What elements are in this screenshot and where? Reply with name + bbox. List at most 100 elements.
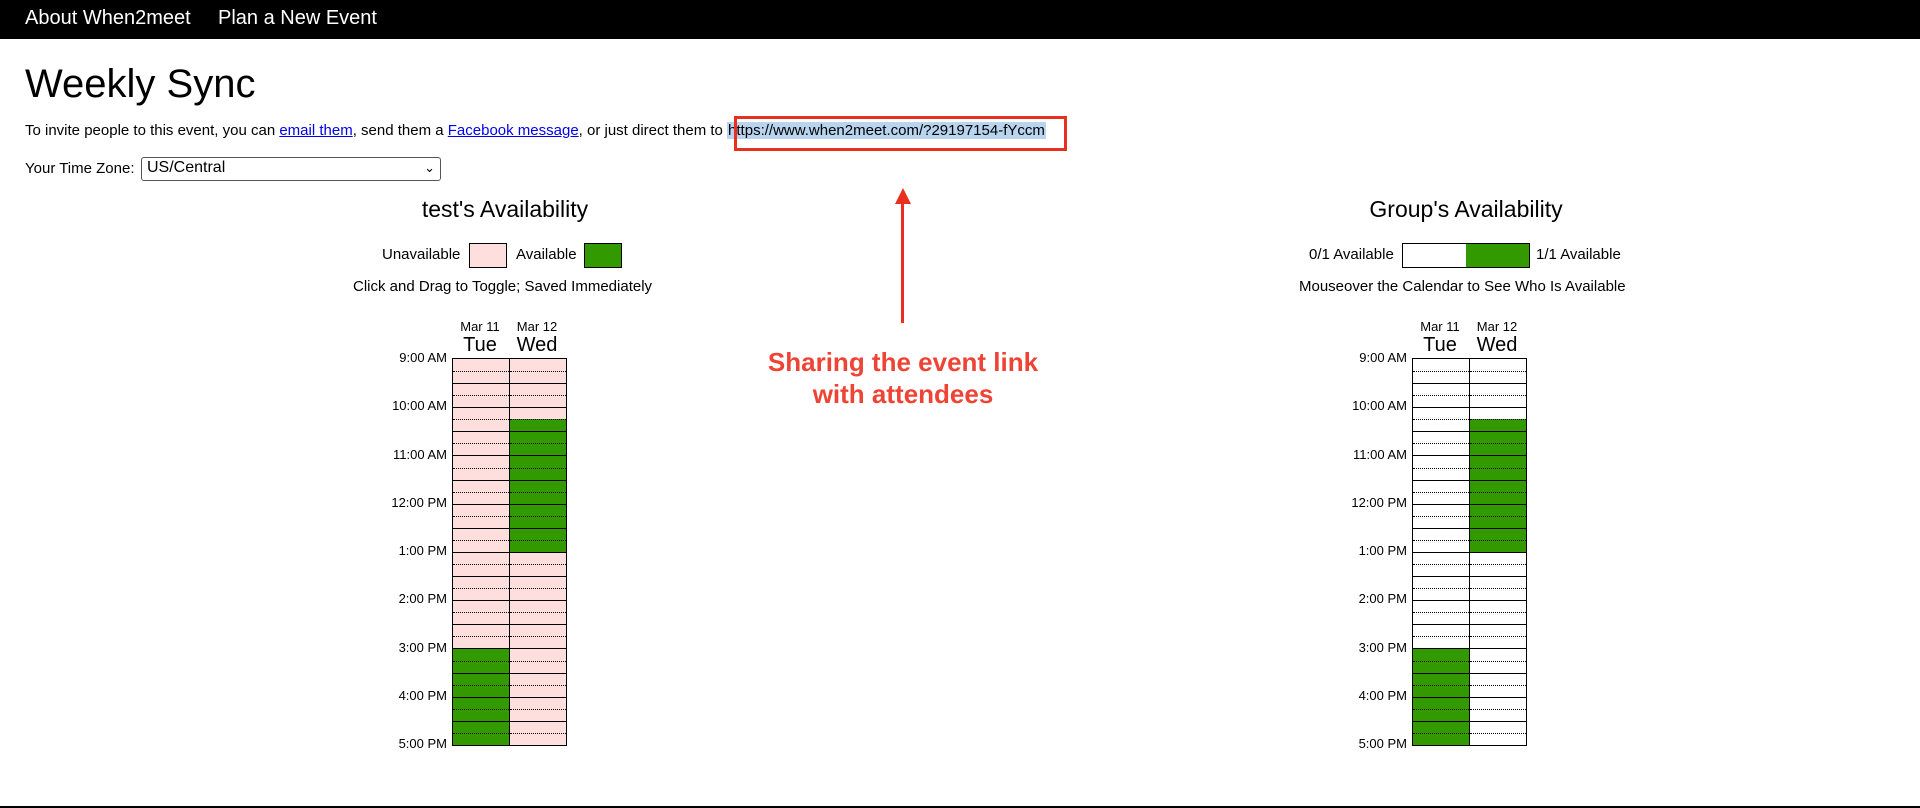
time-slot-1:30[interactable]	[1413, 576, 1469, 589]
time-slot-10:45[interactable]	[1470, 443, 1526, 456]
time-slot-1:15[interactable]	[1413, 564, 1469, 577]
time-slot-1:45[interactable]	[510, 588, 566, 601]
time-slot-10:15[interactable]	[453, 419, 509, 432]
time-slot-4:30[interactable]	[1470, 720, 1526, 734]
time-slot-4:00[interactable]	[1413, 696, 1469, 710]
time-slot-12:15[interactable]	[510, 515, 566, 529]
time-slot-3:00[interactable]	[1470, 648, 1526, 661]
time-slot-2:00[interactable]	[510, 600, 566, 613]
time-slot-11:00[interactable]	[453, 455, 509, 469]
time-slot-1:15[interactable]	[1470, 564, 1526, 577]
email-them-link[interactable]: email them	[279, 122, 352, 139]
time-slot-10:00[interactable]	[1413, 407, 1469, 420]
time-slot-3:30[interactable]	[510, 672, 566, 686]
time-slot-9:30[interactable]	[1470, 383, 1526, 396]
time-slot-9:15[interactable]	[510, 371, 566, 384]
time-slot-12:45[interactable]	[510, 539, 566, 553]
time-slot-3:45[interactable]	[510, 684, 566, 698]
time-slot-12:15[interactable]	[1470, 515, 1526, 529]
time-slot-4:15[interactable]	[1470, 708, 1526, 722]
time-slot-3:15[interactable]	[1413, 660, 1469, 674]
time-slot-9:30[interactable]	[510, 383, 566, 396]
time-slot-3:45[interactable]	[1413, 684, 1469, 698]
time-slot-2:00[interactable]	[1470, 600, 1526, 613]
time-slot-1:30[interactable]	[510, 576, 566, 589]
time-slot-1:00[interactable]	[453, 551, 509, 565]
time-slot-3:00[interactable]	[1413, 648, 1469, 661]
time-slot-9:45[interactable]	[1413, 395, 1469, 408]
nav-plan-event-link[interactable]: Plan a New Event	[218, 7, 377, 30]
time-slot-9:45[interactable]	[510, 395, 566, 408]
time-slot-2:45[interactable]	[453, 636, 509, 649]
time-slot-9:30[interactable]	[1413, 383, 1469, 396]
time-slot-12:00[interactable]	[1413, 503, 1469, 517]
time-slot-2:30[interactable]	[510, 624, 566, 637]
time-slot-3:15[interactable]	[510, 660, 566, 674]
time-slot-1:15[interactable]	[453, 564, 509, 577]
time-slot-9:15[interactable]	[1470, 371, 1526, 384]
time-slot-3:00[interactable]	[453, 648, 509, 661]
time-slot-11:15[interactable]	[453, 467, 509, 481]
time-slot-12:00[interactable]	[453, 503, 509, 517]
time-slot-10:00[interactable]	[1470, 407, 1526, 420]
time-slot-10:15[interactable]	[1413, 419, 1469, 432]
time-slot-10:30[interactable]	[453, 431, 509, 444]
time-slot-2:15[interactable]	[1413, 612, 1469, 625]
time-slot-10:45[interactable]	[453, 443, 509, 456]
time-slot-12:00[interactable]	[1470, 503, 1526, 517]
time-slot-9:00[interactable]	[453, 359, 509, 372]
time-slot-10:15[interactable]	[510, 419, 566, 432]
day-column-wed[interactable]	[510, 359, 566, 746]
time-slot-3:30[interactable]	[453, 672, 509, 686]
time-slot-3:00[interactable]	[510, 648, 566, 661]
time-slot-11:00[interactable]	[510, 455, 566, 469]
time-slot-11:30[interactable]	[510, 479, 566, 493]
time-slot-9:15[interactable]	[1413, 371, 1469, 384]
time-slot-12:15[interactable]	[1413, 515, 1469, 529]
time-slot-10:30[interactable]	[510, 431, 566, 444]
time-slot-1:00[interactable]	[1470, 551, 1526, 565]
time-slot-2:45[interactable]	[1470, 636, 1526, 649]
time-slot-12:45[interactable]	[1470, 539, 1526, 553]
time-slot-2:15[interactable]	[510, 612, 566, 625]
facebook-message-link[interactable]: Facebook message	[448, 122, 579, 139]
time-slot-2:00[interactable]	[453, 600, 509, 613]
time-slot-4:30[interactable]	[1413, 720, 1469, 734]
time-slot-11:00[interactable]	[1470, 455, 1526, 469]
time-slot-4:45[interactable]	[1470, 732, 1526, 746]
time-slot-3:45[interactable]	[1470, 684, 1526, 698]
time-slot-11:45[interactable]	[453, 491, 509, 505]
time-slot-11:45[interactable]	[510, 491, 566, 505]
time-slot-11:45[interactable]	[1413, 491, 1469, 505]
day-column-tue[interactable]	[453, 359, 509, 746]
time-slot-10:00[interactable]	[510, 407, 566, 420]
time-slot-12:30[interactable]	[1470, 527, 1526, 541]
time-slot-12:30[interactable]	[510, 527, 566, 541]
time-slot-4:15[interactable]	[1413, 708, 1469, 722]
time-slot-9:45[interactable]	[453, 395, 509, 408]
time-slot-11:00[interactable]	[1413, 455, 1469, 469]
time-slot-4:30[interactable]	[510, 720, 566, 734]
time-slot-3:15[interactable]	[1470, 660, 1526, 674]
time-slot-1:45[interactable]	[453, 588, 509, 601]
time-slot-12:15[interactable]	[453, 515, 509, 529]
time-slot-2:00[interactable]	[1413, 600, 1469, 613]
time-slot-4:45[interactable]	[453, 732, 509, 746]
time-slot-4:15[interactable]	[453, 708, 509, 722]
time-slot-2:30[interactable]	[453, 624, 509, 637]
time-slot-1:45[interactable]	[1413, 588, 1469, 601]
personal-availability-grid[interactable]	[452, 358, 567, 746]
timezone-select[interactable]: US/Central ⌄	[141, 157, 441, 181]
time-slot-11:15[interactable]	[1470, 467, 1526, 481]
time-slot-2:15[interactable]	[1470, 612, 1526, 625]
time-slot-12:45[interactable]	[453, 539, 509, 553]
time-slot-4:45[interactable]	[1413, 732, 1469, 746]
time-slot-1:30[interactable]	[453, 576, 509, 589]
time-slot-3:30[interactable]	[1470, 672, 1526, 686]
time-slot-4:00[interactable]	[1470, 696, 1526, 710]
time-slot-10:30[interactable]	[1413, 431, 1469, 444]
time-slot-11:30[interactable]	[1470, 479, 1526, 493]
time-slot-10:15[interactable]	[1470, 419, 1526, 432]
time-slot-1:00[interactable]	[1413, 551, 1469, 565]
nav-about-link[interactable]: About When2meet	[25, 7, 191, 30]
